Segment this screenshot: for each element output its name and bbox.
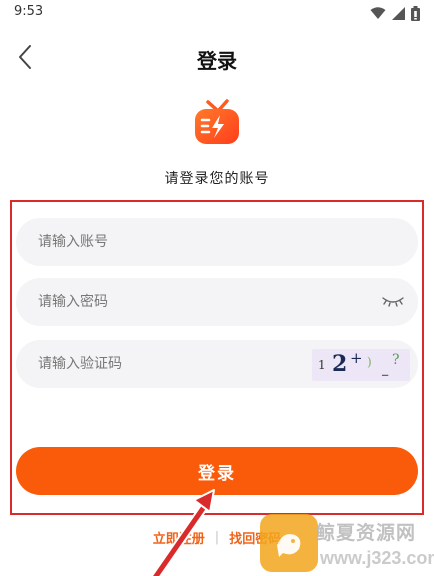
signal-icon — [392, 6, 405, 20]
annotation-arrow — [140, 486, 230, 576]
tv-lightning-icon — [193, 99, 241, 150]
app-logo — [193, 98, 241, 146]
watermark-text: 鲸夏资源网 — [316, 522, 417, 544]
eye-closed-icon[interactable] — [380, 292, 406, 312]
watermark-logo-icon — [260, 514, 318, 572]
login-subtitle: 请登录您的账号 — [164, 171, 270, 187]
password-input[interactable] — [16, 278, 418, 326]
password-field[interactable] — [16, 278, 418, 326]
account-field[interactable] — [16, 218, 418, 266]
status-bar: 9:53 — [0, 0, 434, 26]
captcha-image[interactable]: 1 2 + ) ▁ ? — [312, 349, 410, 381]
captcha-field[interactable]: 1 2 + ) ▁ ? — [16, 340, 418, 388]
battery-icon — [411, 5, 420, 21]
watermark: 鲸夏资源网 www.j323.com — [260, 512, 434, 576]
watermark-url: www.j323.com — [320, 548, 434, 568]
login-screen: 9:53 登录 请登录您的账号 请输入账号 请输入验证码 1 2 +) ▁ ?… — [0, 0, 434, 576]
status-icons — [370, 5, 420, 21]
page-title: 登录 — [197, 49, 237, 73]
account-input[interactable] — [16, 218, 418, 266]
status-time: 9:53 — [14, 4, 44, 19]
wifi-icon — [370, 6, 386, 20]
